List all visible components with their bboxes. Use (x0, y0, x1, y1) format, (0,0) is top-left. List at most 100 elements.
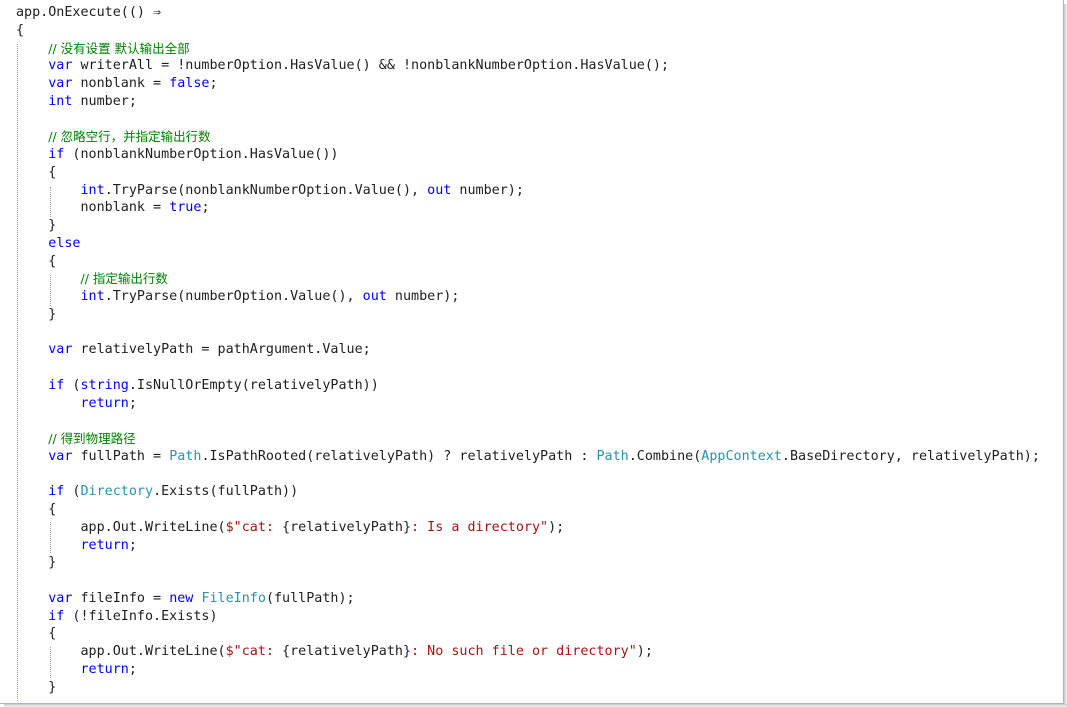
code-token: var (48, 58, 73, 74)
code-token: return (80, 395, 129, 411)
code-token: { (16, 253, 57, 269)
code-token: nonblank = (72, 76, 170, 91)
code-token: {relativelyPath} (282, 644, 412, 659)
code-line[interactable]: app.Out.WriteLine($"cat: {relativelyPath… (16, 643, 653, 661)
code-token: .Combine( (628, 448, 702, 464)
code-token: : No such file or directory" (411, 644, 637, 659)
code-token: !nonblankNumberOption.HasValue(); (394, 58, 670, 74)
code-token: { (16, 164, 57, 180)
code-token: ; (209, 76, 218, 91)
code-token: false (169, 76, 210, 91)
code-line[interactable]: return; (16, 661, 137, 679)
code-line[interactable]: } (16, 679, 56, 697)
code-token: .IsNullOrEmpty(relativelyPath)) (128, 377, 379, 393)
code-line[interactable]: // 得到物理路径 (16, 430, 135, 448)
code-token: } (16, 679, 57, 695)
code-line[interactable]: int.TryParse(numberOption.Value(), out n… (16, 288, 460, 306)
code-token: ; (128, 537, 137, 553)
code-line[interactable]: var fullPath = Path.IsPathRooted(relativ… (16, 448, 1040, 466)
code-line[interactable]: var relativelyPath = pathArgument.Value; (16, 341, 370, 359)
code-token: (nonblankNumberOption.HasValue()) (64, 147, 339, 162)
code-token: fileInfo = (72, 590, 170, 606)
code-line[interactable]: var nonblank = false; (16, 75, 218, 93)
code-line[interactable]: return; (16, 395, 137, 413)
code-token: { (16, 626, 57, 642)
code-token: (fullPath); (265, 590, 355, 606)
code-token: var (48, 590, 73, 606)
code-line[interactable]: int number; (16, 93, 137, 111)
code-token: number; (72, 93, 137, 109)
code-line[interactable]: } (16, 217, 56, 235)
code-token: } (16, 306, 57, 322)
code-token: app.OnExecute(() ⇒ (16, 5, 162, 20)
code-line[interactable]: if (Directory.Exists(fullPath)) (16, 483, 298, 501)
code-token: out (362, 289, 387, 304)
code-line[interactable]: else (16, 235, 80, 253)
code-line[interactable]: } (16, 306, 56, 324)
code-token: out (427, 182, 452, 198)
code-token: int (48, 93, 73, 109)
code-token: number); (451, 182, 524, 198)
code-token: app.Out.WriteLine( (16, 519, 226, 535)
code-token: Path (169, 448, 202, 464)
code-line[interactable]: { (16, 22, 24, 40)
code-token: if (48, 147, 65, 162)
code-line[interactable]: if (nonblankNumberOption.HasValue()) (16, 146, 338, 164)
code-token: (!fileInfo.Exists) (64, 608, 218, 624)
code-line[interactable]: var fileInfo = new FileInfo(fullPath); (16, 590, 355, 608)
code-comment: // 指定输出行数 (80, 271, 168, 287)
code-token: ( (64, 484, 81, 500)
code-line[interactable]: if (!fileInfo.Exists) (16, 608, 218, 626)
code-token: : Is a directory" (411, 519, 549, 535)
code-token: fullPath = (72, 448, 170, 464)
code-token: AppContext (701, 448, 782, 464)
code-token: number); (386, 289, 460, 304)
code-line[interactable]: { (16, 625, 56, 643)
code-token: if (48, 484, 65, 500)
code-token: .IsPathRooted(relativelyPath) ? relative… (201, 448, 597, 464)
code-line[interactable]: return; (16, 537, 137, 555)
code-token: ; (128, 661, 137, 677)
code-token: .Exists(fullPath)) (153, 484, 299, 500)
code-line[interactable]: } (16, 554, 56, 572)
code-editor[interactable]: app.OnExecute(() ⇒ { // 没有设置 默认输出全部 var w… (0, 0, 1064, 704)
code-token: return (80, 661, 129, 677)
code-token: ); (636, 644, 653, 659)
code-token: .TryParse(numberOption.Value(), (104, 289, 363, 304)
code-line[interactable]: int.TryParse(nonblankNumberOption.Value(… (16, 182, 524, 200)
code-line[interactable]: // 忽略空行，并指定输出行数 (16, 128, 210, 146)
code-line[interactable]: if (string.IsNullOrEmpty(relativelyPath)… (16, 377, 379, 395)
code-token: Directory (80, 484, 154, 500)
code-token: .TryParse(nonblankNumberOption.Value(), (104, 182, 428, 198)
code-token: if (48, 608, 65, 624)
code-comment: // 没有设置 默认输出全部 (48, 40, 190, 56)
code-line[interactable]: { (16, 164, 56, 182)
code-line[interactable]: // 指定输出行数 (16, 270, 168, 288)
code-line[interactable]: var writerAll = !numberOption.HasValue()… (16, 57, 669, 75)
code-token: {relativelyPath} (282, 519, 412, 535)
code-line[interactable]: { (16, 253, 56, 271)
code-line[interactable]: app.Out.WriteLine($"cat: {relativelyPath… (16, 519, 564, 537)
code-line[interactable]: nonblank = true; (16, 199, 209, 217)
code-token: ; (128, 395, 137, 411)
code-line[interactable]: app.OnExecute(() ⇒ (16, 4, 161, 22)
code-line[interactable]: { (16, 501, 56, 519)
code-token: nonblank = (16, 200, 170, 216)
code-token: return (80, 537, 129, 553)
code-line[interactable]: // 没有设置 默认输出全部 (16, 40, 190, 58)
